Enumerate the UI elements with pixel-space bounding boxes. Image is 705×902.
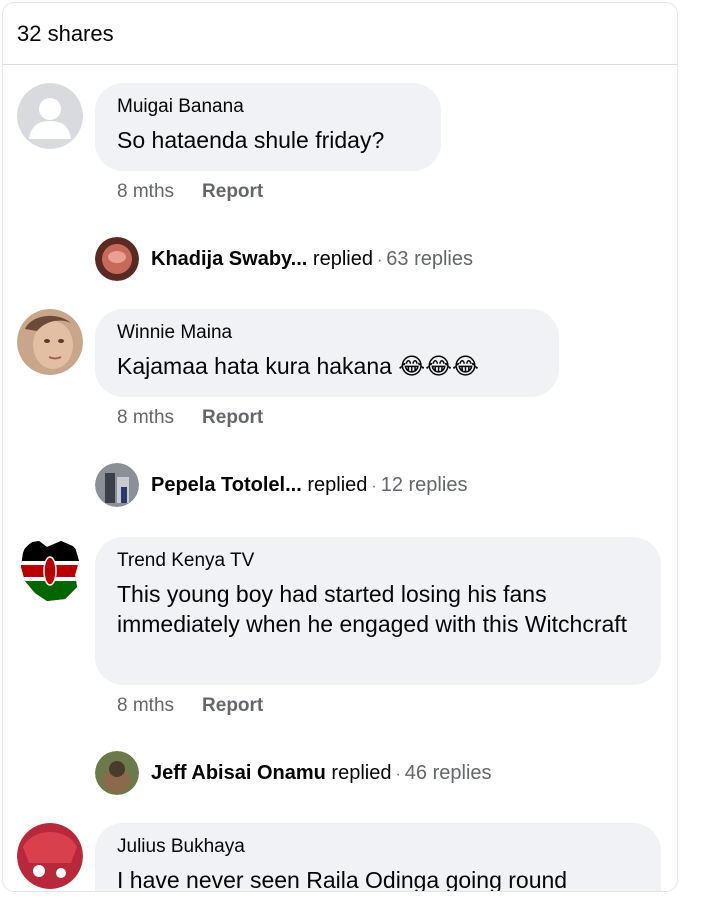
reply-separator: · [395,765,401,783]
replies-link[interactable]: Jeff Abisai Onamu replied · 46 replies [95,751,492,795]
comments-panel: 32 shares Muigai Banana So hataenda shul… [2,2,678,892]
comment-bubble: Julius Bukhaya I have never seen Raila O… [95,823,661,892]
reply-separator: · [371,477,377,495]
replies-link[interactable]: Pepela Totolel... replied · 12 replies [95,463,467,507]
reply-avatar-icon [95,237,139,281]
comment-text: I have never seen Raila Odinga going rou… [117,867,568,892]
report-button[interactable]: Report [202,181,263,202]
shares-count[interactable]: 32 shares [3,3,677,65]
comment-meta: 8 mths Report [117,181,263,203]
reply-author[interactable]: Khadija Swaby... [151,248,307,270]
comment-time[interactable]: 8 mths [117,695,174,716]
comment-time[interactable]: 8 mths [117,407,174,428]
reply-count[interactable]: 12 replies [381,474,468,496]
reply-action: replied [307,473,368,496]
comment-time[interactable]: 8 mths [117,181,174,202]
avatar-default-icon[interactable] [17,83,83,149]
kenya-map-flag-icon[interactable] [17,537,83,603]
reply-count[interactable]: 63 replies [386,248,473,270]
comment-meta: 8 mths Report [117,695,263,717]
comment-text: Kajamaa hata kura hakana 😂😂😂 [117,353,479,379]
reply-action: replied [331,761,392,784]
comment-text: This young boy had started losing his fa… [117,581,628,637]
reply-separator: · [376,251,383,269]
reply-author[interactable]: Jeff Abisai Onamu [151,762,326,784]
reply-action: replied [312,247,373,270]
replies-link[interactable]: Khadija Swaby... replied · 63 replies [95,237,473,281]
comment-bubble: Muigai Banana So hataenda shule friday? [95,83,441,171]
reply-avatar-icon [95,751,139,795]
avatar-photo-icon[interactable] [17,309,83,375]
avatar-photo-icon[interactable] [17,823,83,889]
reply-author[interactable]: Pepela Totolel... [151,474,302,496]
reply-count[interactable]: 46 replies [405,762,492,784]
comment-author[interactable]: Winnie Maina [117,321,537,345]
comment-text: So hataenda shule friday? [117,127,385,153]
comment-bubble: Trend Kenya TV This young boy had starte… [95,537,661,685]
comment-bubble: Winnie Maina Kajamaa hata kura hakana 😂😂… [95,309,559,397]
comment-author[interactable]: Julius Bukhaya [117,835,639,859]
reply-avatar-icon [95,463,139,507]
comment-author[interactable]: Muigai Banana [117,95,419,119]
report-button[interactable]: Report [202,407,263,428]
report-button[interactable]: Report [202,695,263,716]
comment-meta: 8 mths Report [117,407,263,429]
comment-author[interactable]: Trend Kenya TV [117,549,639,573]
